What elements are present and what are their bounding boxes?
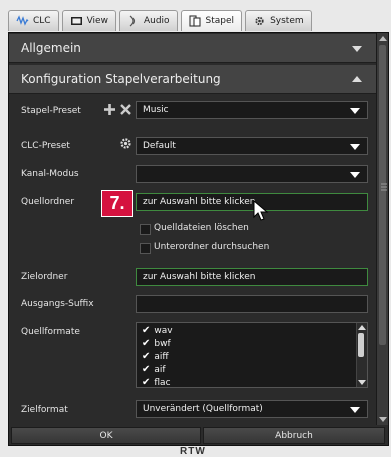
list-item[interactable]: ✔ wav: [142, 325, 173, 336]
resize-grip-icon[interactable]: [381, 182, 387, 192]
zielordner-value: zur Auswahl bitte klicken: [143, 272, 256, 282]
dropdown-arrow-icon: [350, 144, 360, 150]
zielformat-value: Unverändert (Quellformat): [143, 404, 263, 414]
audio-icon: [129, 15, 136, 27]
cancel-button[interactable]: Abbruch: [203, 427, 385, 444]
scroll-down-icon[interactable]: [379, 417, 387, 422]
list-scrollbar[interactable]: [356, 323, 367, 387]
tab-bar: CLC View Audio Stapel System: [8, 10, 312, 32]
kanal-modus-select[interactable]: [136, 165, 368, 183]
tab-audio-label: Audio: [143, 16, 170, 26]
zielordner-label: Zielordner: [21, 272, 68, 282]
stapel-preset-select[interactable]: Music: [136, 101, 368, 119]
section-allgemein-header[interactable]: Allgemein: [9, 34, 376, 63]
scroll-up-icon[interactable]: [379, 36, 387, 41]
scroll-up-icon[interactable]: [358, 325, 366, 330]
tab-stapel[interactable]: Stapel: [180, 10, 243, 31]
quelldateien-loeschen-label: Quelldateien löschen: [154, 223, 249, 233]
section-konfiguration-title: Konfiguration Stapelverarbeitung: [21, 72, 221, 86]
scroll-thumb[interactable]: [358, 333, 364, 357]
clc-preset-value: Default: [143, 141, 176, 151]
list-item[interactable]: ✔ aif: [142, 364, 166, 375]
checkmark-icon: ✔: [142, 364, 151, 375]
list-item[interactable]: ✔ aiff: [142, 351, 169, 362]
tab-clc-label: CLC: [33, 16, 51, 26]
zielformat-label: Zielformat: [21, 405, 68, 415]
ausgangs-suffix-input[interactable]: [136, 295, 368, 313]
list-item[interactable]: ✔ bwf: [142, 338, 171, 349]
quellformate-list[interactable]: ✔ wav ✔ bwf ✔ aiff ✔ aif ✔ flac: [136, 322, 368, 388]
quellordner-value: zur Auswahl bitte klicken: [143, 197, 256, 207]
checkmark-icon: ✔: [142, 325, 151, 336]
scroll-down-icon[interactable]: [358, 380, 366, 385]
quellordner-field[interactable]: zur Auswahl bitte klicken: [136, 193, 368, 211]
chevron-up-icon: [352, 76, 362, 82]
close-icon[interactable]: [119, 103, 132, 116]
ok-button[interactable]: OK: [11, 427, 201, 444]
section-allgemein-title: Allgemein: [21, 41, 81, 55]
checkmark-icon: ✔: [142, 338, 151, 349]
kanal-modus-label: Kanal-Modus: [21, 169, 79, 179]
scroll-thumb[interactable]: [379, 45, 386, 345]
scroll-area: Allgemein Konfiguration Stapelverarbeitu…: [9, 33, 376, 425]
quellformate-label: Quellformate: [21, 327, 80, 337]
panel-scrollbar[interactable]: [376, 33, 388, 425]
tab-view-label: View: [86, 16, 108, 26]
step-callout-badge: 7.: [101, 190, 133, 217]
quellordner-label: Quellordner: [21, 197, 75, 207]
zielordner-field[interactable]: zur Auswahl bitte klicken: [136, 268, 368, 286]
stapel-icon: [188, 15, 201, 27]
tab-clc[interactable]: CLC: [8, 10, 59, 31]
dropdown-arrow-icon: [350, 407, 360, 413]
checkmark-icon: ✔: [142, 377, 151, 388]
tab-system[interactable]: System: [245, 10, 312, 31]
unterordner-checkbox[interactable]: [140, 243, 151, 254]
checkmark-icon: ✔: [142, 351, 151, 362]
stapel-preset-label: Stapel-Preset: [21, 106, 81, 116]
rtw-logo: RTW: [180, 446, 206, 457]
tab-system-label: System: [270, 16, 304, 26]
tab-stapel-label: Stapel: [205, 16, 235, 26]
tab-view[interactable]: View: [61, 10, 116, 31]
unterordner-label: Unterordner durchsuchen: [154, 242, 270, 252]
stapel-panel: Allgemein Konfiguration Stapelverarbeitu…: [8, 32, 389, 446]
add-icon[interactable]: [103, 103, 116, 116]
gear-icon: [255, 16, 264, 26]
tab-audio[interactable]: Audio: [118, 10, 178, 31]
ausgangs-suffix-label: Ausgangs-Suffix: [21, 299, 94, 309]
view-icon: [70, 17, 82, 25]
mouse-cursor-icon: [253, 200, 269, 221]
gear-icon[interactable]: [119, 137, 132, 150]
quelldateien-loeschen-checkbox[interactable]: [140, 224, 151, 235]
list-item[interactable]: ✔ flac: [142, 377, 171, 388]
section-konfiguration-header[interactable]: Konfiguration Stapelverarbeitung: [9, 65, 376, 94]
dropdown-arrow-icon: [350, 172, 360, 178]
clc-preset-label: CLC-Preset: [21, 141, 70, 151]
clc-preset-select[interactable]: Default: [136, 137, 368, 155]
dropdown-arrow-icon: [350, 108, 360, 114]
clc-icon: [16, 15, 29, 26]
zielformat-select[interactable]: Unverändert (Quellformat): [136, 400, 368, 418]
stapel-preset-value: Music: [143, 105, 169, 115]
chevron-down-icon: [352, 46, 362, 52]
